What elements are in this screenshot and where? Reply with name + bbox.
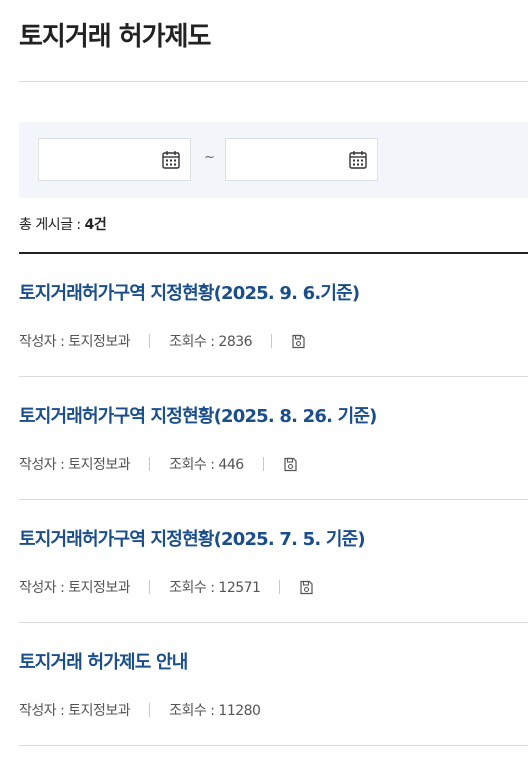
page-title: 토지거래 허가제도 — [19, 22, 211, 52]
meta-divider — [149, 703, 151, 717]
title-divider — [19, 81, 528, 82]
post-views: 조회수 : 12571 — [169, 580, 261, 596]
post-meta: 작성자 : 토지정보과 조회수 : 12571 — [19, 577, 314, 597]
meta-divider — [262, 457, 264, 471]
post-title-link[interactable]: 토지거래허가구역 지정현황(2025. 7. 5. 기준) — [19, 525, 366, 551]
file-attachment-icon[interactable] — [299, 580, 314, 595]
list-item: 토지거래허가구역 지정현황(2025. 9. 6.기준) 작성자 : 토지정보과… — [19, 254, 528, 377]
post-meta: 작성자 : 토지정보과 조회수 : 11280 — [19, 700, 261, 720]
post-author: 작성자 : 토지정보과 — [19, 457, 131, 473]
meta-divider — [279, 580, 281, 594]
list-item: 토지거래허가구역 지정현황(2025. 8. 26. 기준) 작성자 : 토지정… — [19, 377, 528, 500]
calendar-icon[interactable] — [349, 150, 367, 169]
meta-divider — [149, 334, 151, 348]
end-date-field[interactable] — [225, 138, 378, 181]
file-attachment-icon[interactable] — [291, 334, 306, 349]
post-meta: 작성자 : 토지정보과 조회수 : 2836 — [19, 331, 306, 351]
post-views: 조회수 : 446 — [169, 457, 244, 473]
list-item: 토지거래허가구역 지정현황(2025. 7. 5. 기준) 작성자 : 토지정보… — [19, 500, 528, 623]
post-title-link[interactable]: 토지거래허가구역 지정현황(2025. 9. 6.기준) — [19, 279, 360, 305]
list-item: 토지거래 허가제도 안내 작성자 : 토지정보과 조회수 : 11280 — [19, 623, 528, 746]
file-attachment-icon[interactable] — [283, 457, 298, 472]
calendar-icon[interactable] — [162, 150, 180, 169]
meta-divider — [149, 580, 151, 594]
post-author: 작성자 : 토지정보과 — [19, 580, 131, 596]
post-author: 작성자 : 토지정보과 — [19, 703, 131, 719]
end-date-input[interactable] — [226, 139, 346, 180]
date-filter: ~ — [19, 122, 528, 198]
post-views: 조회수 : 11280 — [169, 703, 261, 719]
total-count-value: 4건 — [84, 217, 107, 233]
meta-divider — [271, 334, 273, 348]
start-date-field[interactable] — [38, 138, 191, 181]
post-meta: 작성자 : 토지정보과 조회수 : 446 — [19, 454, 298, 474]
date-range-separator: ~ — [204, 150, 215, 165]
post-title-link[interactable]: 토지거래허가구역 지정현황(2025. 8. 26. 기준) — [19, 402, 377, 428]
total-post-count: 총 게시글 : 4건 — [19, 214, 107, 234]
total-count-label: 총 게시글 : — [19, 217, 85, 233]
meta-divider — [149, 457, 151, 471]
page: 토지거래 허가제도 ~ 총 게시글: 4건 토지거래허가구역 지정현황(202… — [0, 0, 528, 760]
post-title-link[interactable]: 토지거래 허가제도 안내 — [19, 648, 188, 674]
post-views: 조회수 : 2836 — [169, 334, 253, 350]
start-date-input[interactable] — [39, 139, 159, 180]
post-author: 작성자 : 토지정보과 — [19, 334, 131, 350]
